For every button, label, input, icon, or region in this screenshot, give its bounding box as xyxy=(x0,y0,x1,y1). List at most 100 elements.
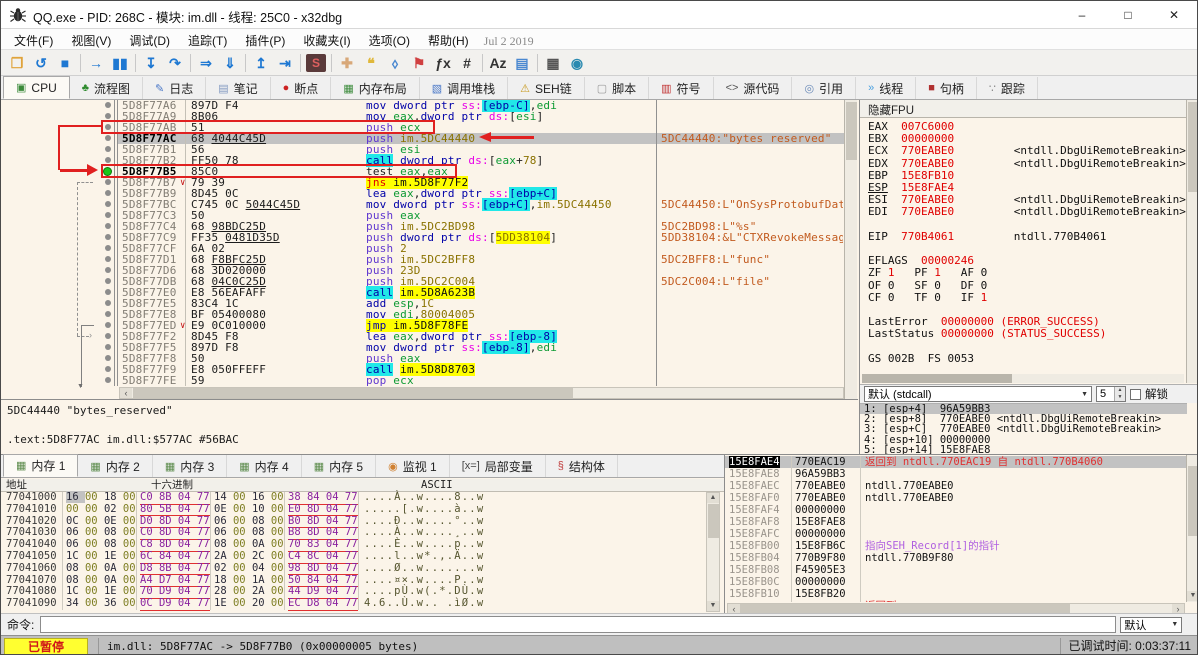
stack-row[interactable]: 15E8FAFC 00000000 xyxy=(725,528,1187,540)
row-dot-icon[interactable] xyxy=(105,135,111,141)
breakpoint-dot-icon[interactable] xyxy=(103,167,112,176)
tab-句柄[interactable]: ■ 句柄 xyxy=(916,77,977,99)
labels-icon[interactable]: ⬨ xyxy=(383,52,407,74)
menu-item[interactable]: 选项(O) xyxy=(360,29,419,52)
row-dot-icon[interactable] xyxy=(105,102,111,108)
menu-item[interactable]: 帮助(H) xyxy=(419,29,478,52)
scroll-thumb[interactable] xyxy=(846,102,857,160)
tab-线程[interactable]: » 线程 xyxy=(856,77,917,99)
register-line[interactable]: LastStatus 00000000 (STATUS_SUCCESS) xyxy=(860,328,1186,340)
arg-depth-stepper[interactable]: 5 ▲ ▼ xyxy=(1096,386,1126,402)
tab-内存 5[interactable]: ▦ 内存 5 xyxy=(302,455,377,477)
stack-row[interactable]: 15E8FAE4 770EAC19 返回到 ntdll.770EAC19 自 ntd… xyxy=(725,456,1187,468)
run-icon[interactable]: → xyxy=(84,52,108,74)
tab-脚本[interactable]: ▢ 脚本 xyxy=(585,77,650,99)
menu-item[interactable]: 文件(F) xyxy=(5,29,62,52)
row-dot-icon[interactable] xyxy=(105,366,111,372)
scroll-thumb[interactable] xyxy=(740,604,1070,613)
stack-row[interactable]: 15E8FB04 770B9F80 ntdll.770B9F80 xyxy=(725,552,1187,564)
tab-内存 4[interactable]: ▦ 内存 4 xyxy=(227,455,302,477)
row-dot-icon[interactable] xyxy=(105,300,111,306)
register-list[interactable]: EAX 007C6000 EBX 00000000 ECX 770EABE0 <nt… xyxy=(860,121,1186,371)
attach-thread-icon[interactable]: ⇥ xyxy=(273,52,297,74)
row-dot-icon[interactable] xyxy=(105,355,111,361)
unlock-checkbox[interactable] xyxy=(1130,388,1141,400)
step-over-icon[interactable]: ↷ xyxy=(163,52,187,74)
menu-item[interactable]: 视图(V) xyxy=(62,29,120,52)
tab-调用堆栈[interactable]: ▧ 调用堆栈 xyxy=(420,77,509,99)
tab-内存 3[interactable]: ▦ 内存 3 xyxy=(153,455,228,477)
row-dot-icon[interactable] xyxy=(105,234,111,240)
register-line[interactable]: EDI 770EABE0 <ntdll.DbgUiRemoteBreakin> xyxy=(860,206,1186,218)
scroll-down-icon[interactable]: ▼ xyxy=(707,601,719,611)
strings-icon[interactable]: Az xyxy=(486,52,510,74)
row-dot-icon[interactable] xyxy=(105,377,111,383)
scroll-thumb[interactable] xyxy=(708,504,719,538)
row-dot-icon[interactable] xyxy=(105,190,111,196)
tab-跟踪[interactable]: ∵ 跟踪 xyxy=(977,77,1038,99)
row-dot-icon[interactable] xyxy=(105,201,111,207)
patches-icon[interactable]: ✚ xyxy=(335,52,359,74)
stack-row[interactable]: 15E8FB10 15E8FB20 xyxy=(725,588,1187,600)
disasm-vscrollbar[interactable] xyxy=(844,100,857,399)
stack-vscrollbar[interactable]: ▼ xyxy=(1186,455,1197,602)
tab-符号[interactable]: ▥ 符号 xyxy=(649,77,714,99)
stack-row[interactable]: 15E8FAF0 770EABE0 ntdll.770EABE0 xyxy=(725,492,1187,504)
tab-内存 2[interactable]: ▦ 内存 2 xyxy=(78,455,153,477)
step-out-icon[interactable]: ⇓ xyxy=(218,52,242,74)
menu-item[interactable]: 追踪(T) xyxy=(179,29,236,52)
tab-内存 1[interactable]: ▦ 内存 1 xyxy=(3,454,79,477)
restart-icon[interactable]: ↺ xyxy=(29,52,53,74)
registers-hscrollbar[interactable] xyxy=(862,374,1184,383)
run-until-return-icon[interactable]: ↥ xyxy=(249,52,273,74)
stop-icon[interactable]: ■ xyxy=(53,52,77,74)
dump-vscrollbar[interactable]: ▲ ▼ xyxy=(706,492,720,612)
scroll-thumb[interactable] xyxy=(1188,466,1197,536)
scylla-icon[interactable]: S xyxy=(306,53,326,72)
menu-item[interactable]: 收藏夹(I) xyxy=(294,29,359,52)
stack-row[interactable]: 15E8FB00 15E8FB6C 指向SEH_Record[1]的指针 xyxy=(725,540,1187,552)
row-dot-icon[interactable] xyxy=(105,245,111,251)
disasm-hscrollbar[interactable]: ‹ xyxy=(119,387,844,399)
call-argument-row[interactable]: 5: [esp+14] 15E8FAE8 xyxy=(860,444,1187,454)
disassembly-panel[interactable]: 5D8F77A6 897D F4 mov dword ptr ss:[ebp-C],… xyxy=(1,100,844,386)
run-to-user-code-icon[interactable]: ⇒ xyxy=(194,52,218,74)
row-dot-icon[interactable] xyxy=(105,344,111,350)
tab-流程图[interactable]: ♣ 流程图 xyxy=(70,77,143,99)
stack-rows[interactable]: 15E8FAE4 770EAC19 返回到 ntdll.770EAC19 自 ntd… xyxy=(725,456,1187,602)
open-folder-icon[interactable]: ❐ xyxy=(5,52,29,74)
tab-内存布局[interactable]: ▦ 内存布局 xyxy=(331,77,420,99)
spin-down-icon[interactable]: ▼ xyxy=(1115,394,1125,401)
row-dot-icon[interactable] xyxy=(105,212,111,218)
call-arguments-list[interactable]: 1: [esp+4] 96A59BB3 2: [esp+8] 770EABE0 <… xyxy=(860,403,1187,454)
row-dot-icon[interactable] xyxy=(105,146,111,152)
spin-up-icon[interactable]: ▲ xyxy=(1115,387,1125,394)
scroll-thumb[interactable] xyxy=(1188,102,1197,192)
row-dot-icon[interactable] xyxy=(105,322,111,328)
functions-icon[interactable]: ƒx xyxy=(431,52,455,74)
register-line[interactable]: EIP 770B4061 ntdll.770B4061 xyxy=(860,230,1186,243)
stack-row[interactable]: 15E8FAF8 15E8FAE8 xyxy=(725,516,1187,528)
row-dot-icon[interactable] xyxy=(105,157,111,163)
scroll-up-icon[interactable]: ▲ xyxy=(707,493,719,503)
tab-笔记[interactable]: ▤ 笔记 xyxy=(206,77,271,99)
scroll-down-icon[interactable]: ▼ xyxy=(1187,591,1197,601)
row-dot-icon[interactable] xyxy=(105,113,111,119)
row-dot-icon[interactable] xyxy=(105,179,111,185)
command-profile-select[interactable]: 默认 ▼ xyxy=(1120,616,1183,633)
tab-日志[interactable]: ✎ 日志 xyxy=(143,77,207,99)
scroll-left-icon[interactable]: ‹ xyxy=(120,388,132,398)
stack-row[interactable]: 15E8FAE8 96A59BB3 xyxy=(725,468,1187,480)
row-dot-icon[interactable] xyxy=(105,124,111,130)
stack-row[interactable]: 15E8FB0C 00000000 xyxy=(725,576,1187,588)
close-button[interactable]: ✕ xyxy=(1151,1,1197,29)
row-dot-icon[interactable] xyxy=(105,267,111,273)
minimize-button[interactable]: – xyxy=(1059,1,1105,29)
row-dot-icon[interactable] xyxy=(105,333,111,339)
disasm-row[interactable]: 5D8F77FE 59 pop ecx xyxy=(1,375,844,386)
hide-fpu-button[interactable]: 隐藏FPU xyxy=(860,100,1197,118)
scroll-thumb[interactable] xyxy=(862,374,1012,383)
row-dot-icon[interactable] xyxy=(105,256,111,262)
register-line[interactable]: CF 0 TF 0 IF 1 xyxy=(860,291,1186,304)
scroll-thumb[interactable] xyxy=(133,388,573,398)
